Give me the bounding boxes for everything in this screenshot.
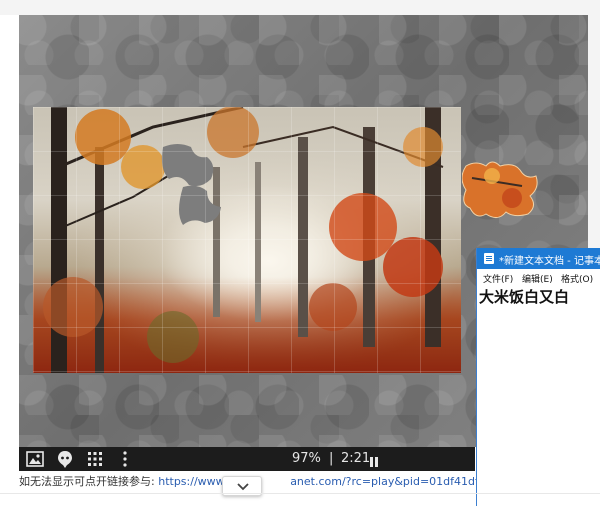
notepad-menu-bar: 文件(F) 编辑(E) 格式(O) [477, 269, 600, 285]
puzzle-grid [33, 107, 461, 373]
notepad-text[interactable]: 大米饭白又白 [479, 286, 569, 307]
loose-puzzle-piece[interactable] [462, 158, 540, 220]
caption-prefix: 如无法显示可点开链接参与: [19, 475, 155, 488]
top-strip [0, 0, 600, 15]
progress-text: 97% [292, 451, 321, 466]
chevron-down-icon [237, 483, 249, 491]
menu-format[interactable]: 格式(O) [561, 272, 593, 285]
notepad-window[interactable]: *新建文本文档 - 记事本 文件(F) 编辑(E) 格式(O) 大米饭白又白 [476, 248, 600, 506]
divider [0, 493, 600, 494]
separator: | [329, 451, 334, 466]
notepad-title-bar[interactable]: *新建文本文档 - 记事本 [477, 248, 600, 269]
caption-link-tail[interactable]: anet.com/?rc=play&pid=01df41df1791 [290, 475, 507, 488]
notepad-title: *新建文本文档 - 记事本 [499, 256, 600, 267]
right-strip [588, 0, 600, 250]
image-icon[interactable] [25, 449, 45, 469]
puzzle-toolbar: 97% | 2:21 [19, 447, 475, 471]
pause-icon[interactable] [369, 453, 379, 467]
grid-icon[interactable] [85, 449, 105, 469]
timer-text: 2:21 [341, 451, 371, 466]
screen: 97% | 2:21 如无法显示可点开链接参与: https://www.j an… [0, 0, 600, 506]
puzzle-image[interactable] [33, 107, 461, 373]
caption-link[interactable]: https://www.j [158, 475, 230, 488]
ghost-icon[interactable] [55, 449, 75, 469]
menu-file[interactable]: 文件(F) [483, 272, 513, 285]
menu-edit[interactable]: 编辑(E) [522, 272, 553, 285]
more-vertical-icon[interactable] [115, 449, 135, 469]
notepad-icon [484, 253, 494, 264]
